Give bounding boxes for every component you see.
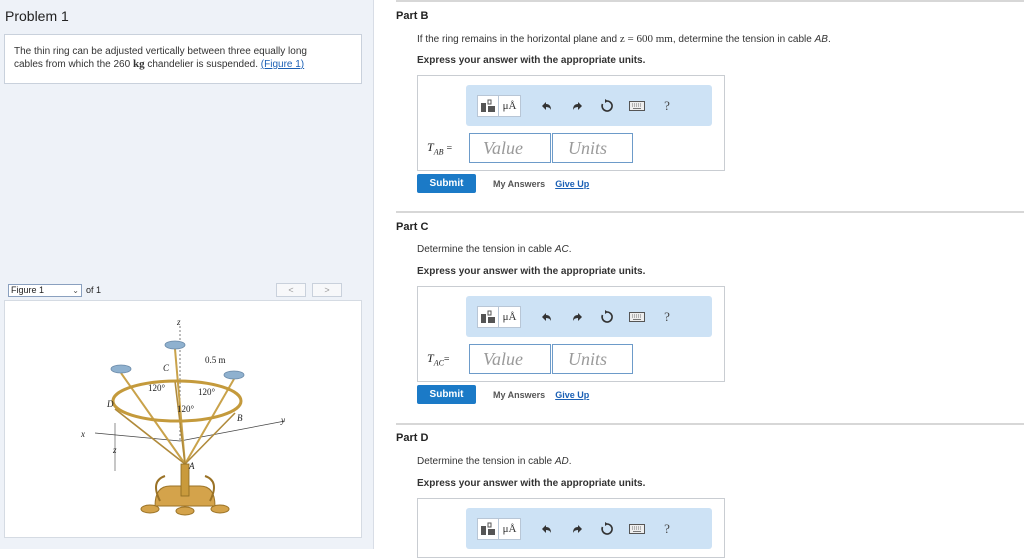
keyboard-icon[interactable] <box>628 518 646 540</box>
part-b-my-answers[interactable]: My Answers <box>493 179 545 189</box>
help-icon[interactable]: ? <box>658 306 676 328</box>
templates-icon[interactable] <box>477 305 499 328</box>
divider <box>396 0 1024 2</box>
intro-line-2: cables from which the 260 kg chandelier … <box>14 58 305 70</box>
part-b-submit-button[interactable]: Submit <box>417 174 476 193</box>
intro-line-1: The thin ring can be adjusted vertically… <box>14 46 307 57</box>
axis-z-bottom-label: z <box>112 445 117 455</box>
reset-icon[interactable] <box>598 95 616 117</box>
part-b-give-up-link[interactable]: Give Up <box>555 179 589 189</box>
part-b-value-input[interactable]: Value <box>469 133 551 163</box>
prev-figure-button[interactable]: < <box>276 283 306 297</box>
part-d-label: Part D <box>396 432 429 444</box>
parts-panel: Part B If the ring remains in the horizo… <box>374 0 1024 558</box>
point-c-label: C <box>163 363 170 373</box>
figure-pager: < > <box>270 283 342 297</box>
part-b-instruction: Express your answer with the appropriate… <box>417 55 646 66</box>
part-d-instruction: Express your answer with the appropriate… <box>417 478 646 489</box>
part-d-question: Determine the tension in cable AD. <box>417 456 572 467</box>
reset-icon[interactable] <box>598 518 616 540</box>
part-b-answer-box: μÅ ? TAB = Value Units <box>417 75 725 171</box>
point-d-label: D <box>106 399 114 409</box>
axis-y-label: y <box>280 415 285 425</box>
figure-select[interactable]: Figure 1 ⌄ <box>8 283 82 297</box>
part-c-answer-box: μÅ ? TAC= Value Units <box>417 286 725 382</box>
part-c-question: Determine the tension in cable AC. <box>417 244 572 255</box>
redo-icon[interactable] <box>568 95 586 117</box>
part-c-instruction: Express your answer with the appropriate… <box>417 266 646 277</box>
redo-icon[interactable] <box>568 518 586 540</box>
chevron-down-icon: ⌄ <box>72 285 79 295</box>
keyboard-icon[interactable] <box>628 95 646 117</box>
chandelier-figure: z z x y C D B A 0.5 m 120° 120° 120° <box>80 317 286 516</box>
part-c-give-up-link[interactable]: Give Up <box>555 390 589 400</box>
part-c-my-answers[interactable]: My Answers <box>493 390 545 400</box>
problem-title: Problem 1 <box>5 8 69 24</box>
part-c-label: Part C <box>396 221 429 233</box>
figure-link[interactable]: (Figure 1) <box>261 59 304 70</box>
part-c-actions: Submit My Answers Give Up <box>417 385 589 404</box>
problem-intro: The thin ring can be adjusted vertically… <box>4 34 362 84</box>
figure-count: of 1 <box>86 285 102 295</box>
axis-x-label: x <box>80 429 85 439</box>
symbols-icon[interactable]: μÅ <box>499 305 521 328</box>
templates-icon[interactable] <box>477 94 499 117</box>
part-c-submit-button[interactable]: Submit <box>417 385 476 404</box>
part-c-units-input[interactable]: Units <box>552 344 633 374</box>
help-icon[interactable]: ? <box>658 95 676 117</box>
axis-z-top-label: z <box>176 317 181 327</box>
figure-nav: Figure 1 ⌄ of 1 <box>8 283 101 297</box>
mass-unit: kg <box>132 58 145 70</box>
undo-icon[interactable] <box>538 95 556 117</box>
symbols-icon[interactable]: μÅ <box>499 517 521 540</box>
part-c-answer-row: TAC= Value Units <box>427 344 633 374</box>
undo-icon[interactable] <box>538 518 556 540</box>
templates-icon[interactable] <box>477 517 499 540</box>
part-b-label: Part B <box>396 10 429 22</box>
reset-icon[interactable] <box>598 306 616 328</box>
redo-icon[interactable] <box>568 306 586 328</box>
angle-label-2: 120° <box>198 387 216 397</box>
part-d-answer-box: μÅ ? <box>417 498 725 558</box>
angle-label-3: 120° <box>177 404 195 414</box>
undo-icon[interactable] <box>538 306 556 328</box>
part-d-toolbar: μÅ ? <box>466 508 712 549</box>
keyboard-icon[interactable] <box>628 306 646 328</box>
symbols-icon[interactable]: μÅ <box>499 94 521 117</box>
point-b-label: B <box>237 413 243 423</box>
part-b-answer-row: TAB = Value Units <box>427 133 633 163</box>
help-icon[interactable]: ? <box>658 518 676 540</box>
angle-label-1: 120° <box>148 383 166 393</box>
next-figure-button[interactable]: > <box>312 283 342 297</box>
part-c-toolbar: μÅ ? <box>466 296 712 337</box>
problem-panel: Problem 1 The thin ring can be adjusted … <box>0 0 374 549</box>
figure-panel: z z x y C D B A 0.5 m 120° 120° 120° <box>4 300 362 538</box>
point-a-label: A <box>188 461 195 471</box>
part-b-variable: TAB = <box>427 139 453 157</box>
part-b-units-input[interactable]: Units <box>552 133 633 163</box>
part-c-value-input[interactable]: Value <box>469 344 551 374</box>
radius-label: 0.5 m <box>205 355 226 365</box>
part-c-variable: TAC= <box>427 350 450 368</box>
part-b-toolbar: μÅ ? <box>466 85 712 126</box>
divider <box>396 211 1024 213</box>
divider <box>396 423 1024 425</box>
part-b-actions: Submit My Answers Give Up <box>417 174 589 193</box>
part-b-question: If the ring remains in the horizontal pl… <box>417 33 831 45</box>
